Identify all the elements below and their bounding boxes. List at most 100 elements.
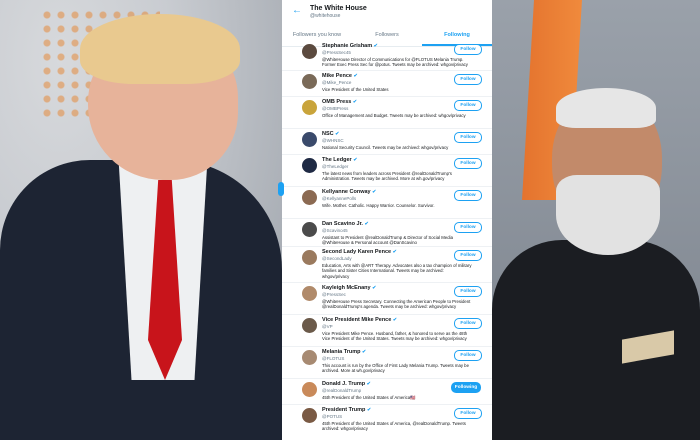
account-bio: 45th President of the United States of A… xyxy=(322,395,416,400)
account-bio: Assistant to President @realDonaldTrump … xyxy=(322,235,454,246)
profile-title: The White House xyxy=(310,5,367,12)
account-handle: @SecondLady xyxy=(322,256,352,261)
list-item[interactable]: Mike Pence ✔ @Mike_Pence Vice President of… xyxy=(282,70,492,97)
follow-button[interactable]: Follow xyxy=(454,286,482,297)
account-name[interactable]: Second Lady Karen Pence ✔ xyxy=(322,249,397,255)
person-right-beard xyxy=(556,175,660,255)
account-name[interactable]: President Trump ✔ xyxy=(322,407,371,413)
avatar[interactable] xyxy=(302,408,317,423)
avatar[interactable] xyxy=(302,222,317,237)
account-name[interactable]: The Ledger ✔ xyxy=(322,157,357,163)
account-handle: @WHNSC xyxy=(322,138,344,143)
twitter-following-panel: ← The White House @whitehouse Followers … xyxy=(282,0,492,440)
follow-button[interactable]: Follow xyxy=(454,74,482,85)
list-item[interactable]: Melania Trump ✔ @FLOTUS This account is ru… xyxy=(282,346,492,379)
account-bio: Education, Arts with @ART Therapy. Advoc… xyxy=(322,263,472,279)
account-bio: 45th President of the United States of A… xyxy=(322,421,466,432)
account-name[interactable]: Mike Pence ✔ xyxy=(322,73,358,79)
avatar[interactable] xyxy=(302,250,317,265)
account-bio: National Security Council. Tweets may be… xyxy=(322,145,449,150)
account-handle: @Mike_Pence xyxy=(322,80,352,85)
background-photo-right xyxy=(492,0,700,440)
avatar[interactable] xyxy=(302,100,317,115)
account-handle: @POTUS xyxy=(322,414,343,419)
avatar[interactable] xyxy=(302,382,317,397)
avatar[interactable] xyxy=(302,190,317,205)
account-handle: @Scavino45 xyxy=(322,228,348,233)
account-handle: @TheLedger xyxy=(322,164,349,169)
avatar[interactable] xyxy=(302,350,317,365)
follow-button[interactable]: Follow xyxy=(454,100,482,111)
profile-header: ← The White House @whitehouse xyxy=(282,0,492,24)
account-bio: This account is run by the Office of Fir… xyxy=(322,363,469,374)
account-handle: @FLOTUS xyxy=(322,356,345,361)
list-item[interactable]: Dan Scavino Jr. ✔ @Scavino45 Assistant to … xyxy=(282,218,492,247)
account-name[interactable]: Donald J. Trump ✔ xyxy=(322,381,371,387)
list-item[interactable]: NSC ✔ @WHNSC National Security Council. Tw… xyxy=(282,128,492,155)
list-item[interactable]: The Ledger ✔ @TheLedger The latest news fr… xyxy=(282,154,492,187)
account-handle: @PressSec45 xyxy=(322,50,351,55)
person-left-hair xyxy=(80,14,240,84)
follow-button[interactable]: Follow xyxy=(454,250,482,261)
account-bio: Vice President of the United States xyxy=(322,87,389,92)
verified-badge-icon: ✔ xyxy=(362,349,367,355)
verified-badge-icon: ✔ xyxy=(372,285,377,291)
follow-button[interactable]: Follow xyxy=(454,222,482,233)
account-name[interactable]: Melania Trump ✔ xyxy=(322,349,366,355)
account-handle: @realDonaldTrump xyxy=(322,388,362,393)
follow-button[interactable]: Follow xyxy=(454,190,482,201)
background-photo-left xyxy=(0,0,282,440)
avatar[interactable] xyxy=(302,158,317,173)
account-name[interactable]: Kayleigh McEnany ✔ xyxy=(322,285,376,291)
list-item[interactable]: Kayleigh McEnany ✔ @PressSec @WhiteHouse P… xyxy=(282,282,492,315)
avatar[interactable] xyxy=(302,132,317,147)
account-name[interactable]: Stephanie Grisham ✔ xyxy=(322,43,378,49)
avatar[interactable] xyxy=(302,318,317,333)
account-bio: @WhiteHouse Press Secretary. Connecting … xyxy=(322,299,471,310)
list-item[interactable]: Second Lady Karen Pence ✔ @SecondLady Educ… xyxy=(282,246,492,283)
verified-badge-icon: ✔ xyxy=(353,157,358,163)
verified-badge-icon: ✔ xyxy=(392,317,398,323)
avatar[interactable] xyxy=(302,74,317,89)
list-item[interactable]: Stephanie Grisham ✔ @PressSec45 @WhiteHous… xyxy=(282,40,492,71)
back-arrow-icon[interactable]: ← xyxy=(292,5,302,16)
list-item[interactable]: Vice President Mike Pence ✔ @VP Vice Presi… xyxy=(282,314,492,347)
follow-button[interactable]: Follow xyxy=(454,350,482,361)
account-name[interactable]: NSC ✔ xyxy=(322,131,339,137)
person-right-hair xyxy=(556,88,656,128)
account-bio: The latest news from leaders across Pres… xyxy=(322,171,452,182)
verified-badge-icon: ✔ xyxy=(353,73,358,79)
verified-badge-icon: ✔ xyxy=(366,407,372,413)
account-handle: @VP xyxy=(322,324,333,329)
account-name[interactable]: Dan Scavino Jr. ✔ xyxy=(322,221,369,227)
verified-badge-icon: ✔ xyxy=(392,249,397,255)
follow-button[interactable]: Follow xyxy=(454,408,482,419)
profile-handle: @whitehouse xyxy=(310,13,341,19)
account-name[interactable]: OMB Press ✔ xyxy=(322,99,357,105)
verified-badge-icon: ✔ xyxy=(335,131,340,137)
scroll-handle[interactable] xyxy=(278,182,284,196)
list-item[interactable]: President Trump ✔ @POTUS 45th President of… xyxy=(282,404,492,440)
follow-button[interactable]: Follow xyxy=(454,158,482,169)
follow-button[interactable]: Follow xyxy=(454,318,482,329)
account-name[interactable]: Kellyanne Conway ✔ xyxy=(322,189,376,195)
account-bio: Office of Management and Budget. Tweets … xyxy=(322,113,466,118)
avatar[interactable] xyxy=(302,286,317,301)
account-handle: @PressSec xyxy=(322,292,346,297)
list-item[interactable]: Kellyanne Conway ✔ @KellyannePolls Wife. M… xyxy=(282,186,492,219)
verified-badge-icon: ✔ xyxy=(364,221,369,227)
verified-badge-icon: ✔ xyxy=(352,99,358,105)
account-bio: Wife. Mother. Catholic. Happy Warrior. C… xyxy=(322,203,435,208)
following-button[interactable]: Following xyxy=(451,382,481,393)
follow-button[interactable]: Follow xyxy=(454,132,482,143)
account-bio: Vice President Mike Pence. Husband, fath… xyxy=(322,331,468,342)
list-item[interactable]: Donald J. Trump ✔ @realDonaldTrump 45th Pr… xyxy=(282,378,492,405)
verified-badge-icon: ✔ xyxy=(373,43,378,49)
follow-button[interactable]: Follow xyxy=(454,44,482,55)
verified-badge-icon: ✔ xyxy=(372,189,377,195)
account-handle: @KellyannePolls xyxy=(322,196,357,201)
list-item[interactable]: OMB Press ✔ @OMBPress Office of Management… xyxy=(282,96,492,129)
account-name[interactable]: Vice President Mike Pence ✔ xyxy=(322,317,397,323)
avatar[interactable] xyxy=(302,44,317,59)
verified-badge-icon: ✔ xyxy=(366,381,371,387)
